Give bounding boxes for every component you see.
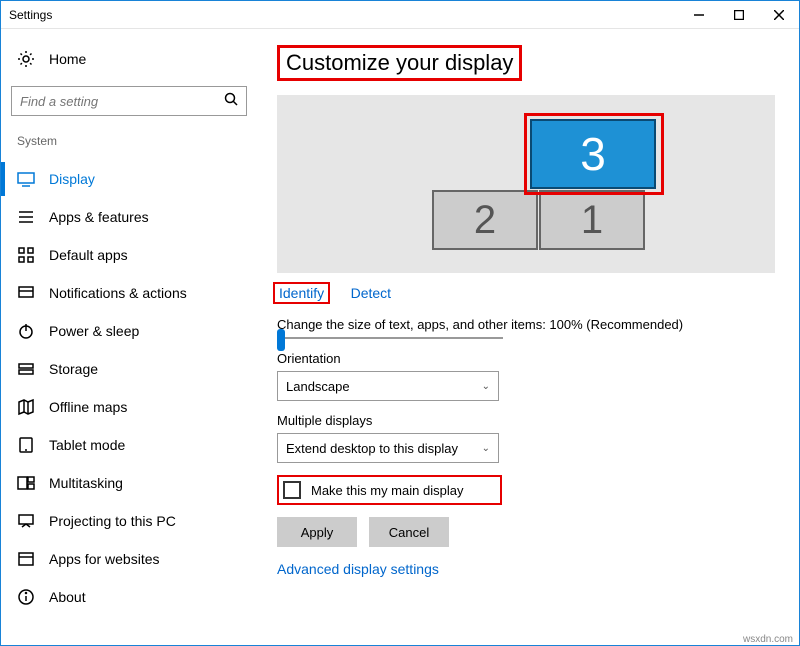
nav-label: Offline maps (49, 399, 127, 415)
search-field[interactable] (20, 94, 224, 109)
nav-item-about[interactable]: About (1, 578, 257, 616)
apps-icon (17, 208, 35, 226)
content: Home System Display Apps & features Defa (1, 29, 799, 645)
detect-link[interactable]: Detect (351, 285, 391, 301)
nav-label: Tablet mode (49, 437, 125, 453)
monitor-3[interactable]: 3 (530, 119, 656, 189)
section-label: System (1, 130, 257, 160)
sidebar: Home System Display Apps & features Defa (1, 29, 257, 645)
monitor-1[interactable]: 1 (539, 190, 645, 250)
monitor-arrangement[interactable]: 2 1 3 (277, 95, 775, 273)
nav-label: Apps & features (49, 209, 149, 225)
main-display-checkbox[interactable] (283, 481, 301, 499)
nav-label: Default apps (49, 247, 128, 263)
default-apps-icon (17, 246, 35, 264)
storage-icon (17, 360, 35, 378)
maps-icon (17, 398, 35, 416)
cancel-button[interactable]: Cancel (369, 517, 449, 547)
page-title: Customize your display (277, 45, 522, 81)
home-label: Home (49, 51, 86, 67)
projecting-icon (17, 512, 35, 530)
multiple-dropdown[interactable]: Extend desktop to this display ⌄ (277, 433, 499, 463)
power-icon (17, 322, 35, 340)
nav-label: Notifications & actions (49, 285, 187, 301)
nav-item-multitasking[interactable]: Multitasking (1, 464, 257, 502)
chevron-down-icon: ⌄ (482, 443, 490, 454)
nav-item-power[interactable]: Power & sleep (1, 312, 257, 350)
chevron-down-icon: ⌄ (482, 381, 490, 392)
nav-item-projecting[interactable]: Projecting to this PC (1, 502, 257, 540)
multiple-value: Extend desktop to this display (286, 441, 458, 456)
nav-item-tablet[interactable]: Tablet mode (1, 426, 257, 464)
orientation-group: Orientation Landscape ⌄ (277, 351, 775, 401)
multiple-label: Multiple displays (277, 413, 775, 428)
apps-web-icon (17, 550, 35, 568)
minimize-button[interactable] (679, 1, 719, 29)
titlebar: Settings (1, 1, 799, 29)
nav-label: Power & sleep (49, 323, 139, 339)
nav-list: Display Apps & features Default apps Not… (1, 160, 257, 616)
link-row: Identify Detect (277, 285, 775, 303)
scale-slider[interactable] (277, 337, 775, 339)
apply-button[interactable]: Apply (277, 517, 357, 547)
nav-item-maps[interactable]: Offline maps (1, 388, 257, 426)
nav-label: Display (49, 171, 95, 187)
orientation-label: Orientation (277, 351, 775, 366)
nav-label: About (49, 589, 86, 605)
nav-item-notifications[interactable]: Notifications & actions (1, 274, 257, 312)
search-input[interactable] (11, 86, 247, 116)
main-display-checkbox-row[interactable]: Make this my main display (277, 475, 502, 505)
notifications-icon (17, 284, 35, 302)
home-button[interactable]: Home (1, 44, 257, 74)
nav-label: Storage (49, 361, 98, 377)
gear-icon (17, 50, 35, 68)
slider-track (277, 337, 503, 339)
search-icon (224, 92, 238, 111)
monitor-2[interactable]: 2 (432, 190, 538, 250)
scale-label: Change the size of text, apps, and other… (277, 317, 775, 332)
advanced-link[interactable]: Advanced display settings (277, 561, 775, 577)
nav-label: Multitasking (49, 475, 123, 491)
tablet-icon (17, 436, 35, 454)
nav-item-apps-web[interactable]: Apps for websites (1, 540, 257, 578)
close-button[interactable] (759, 1, 799, 29)
main-display-label: Make this my main display (311, 483, 463, 498)
window-title: Settings (1, 8, 679, 22)
slider-thumb[interactable] (277, 329, 285, 351)
maximize-button[interactable] (719, 1, 759, 29)
nav-item-storage[interactable]: Storage (1, 350, 257, 388)
multitasking-icon (17, 474, 35, 492)
nav-label: Projecting to this PC (49, 513, 176, 529)
orientation-value: Landscape (286, 379, 350, 394)
nav-item-apps[interactable]: Apps & features (1, 198, 257, 236)
settings-window: Settings Home System Display (0, 0, 800, 646)
orientation-dropdown[interactable]: Landscape ⌄ (277, 371, 499, 401)
nav-label: Apps for websites (49, 551, 160, 567)
nav-item-display[interactable]: Display (1, 160, 257, 198)
main-panel: Customize your display 2 1 3 Identify De… (257, 29, 799, 645)
scale-group: Change the size of text, apps, and other… (277, 317, 775, 339)
about-icon (17, 588, 35, 606)
button-row: Apply Cancel (277, 517, 775, 547)
multiple-group: Multiple displays Extend desktop to this… (277, 413, 775, 463)
window-controls (679, 1, 799, 29)
watermark: wsxdn.com (743, 634, 793, 645)
identify-link[interactable]: Identify (273, 282, 330, 304)
display-icon (17, 170, 35, 188)
nav-item-default-apps[interactable]: Default apps (1, 236, 257, 274)
